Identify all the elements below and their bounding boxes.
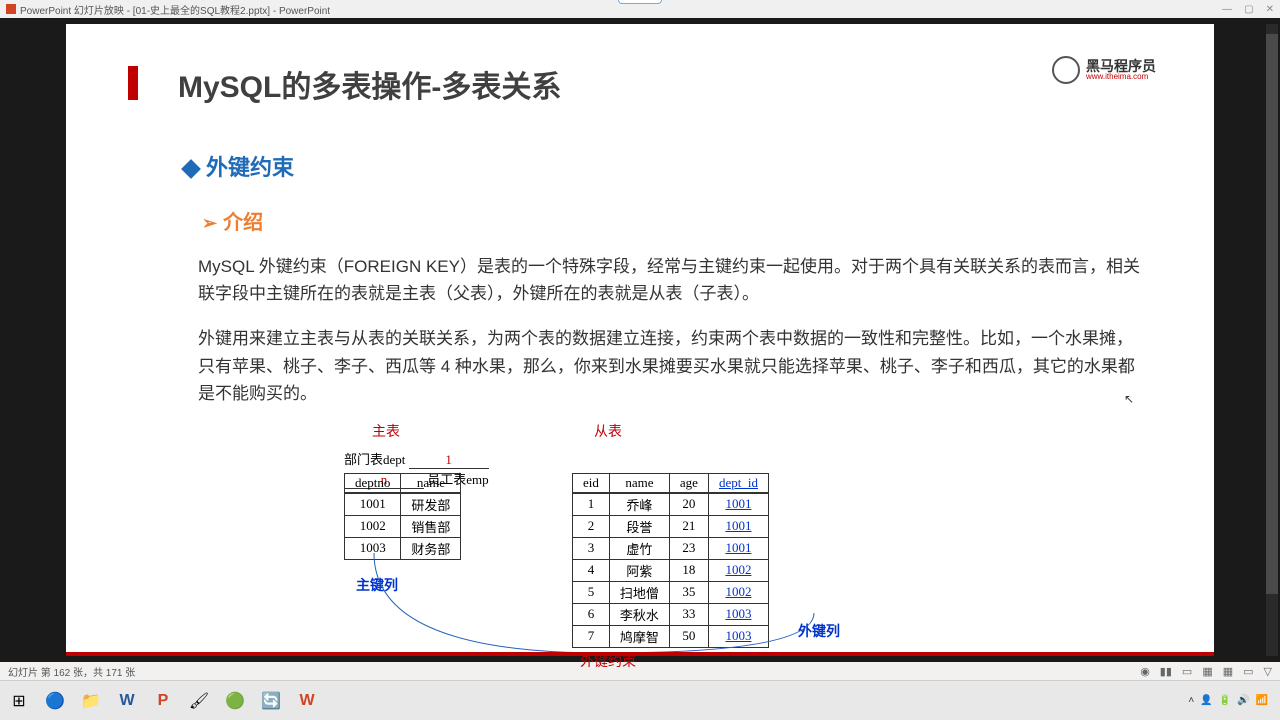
pen-icon[interactable]: ▮▮ [1160, 665, 1172, 678]
minimize-icon[interactable]: — [1222, 4, 1232, 15]
slave-table-label: 从表 [594, 421, 622, 441]
section-heading-1: 外键约束 [184, 150, 1156, 182]
slide-footer-line [66, 652, 1214, 656]
powerpoint-icon [6, 4, 16, 14]
close-icon[interactable]: ✕ [1266, 4, 1274, 15]
dept-table: deptnoname 1001研发部 1002销售部 1003财务部 [344, 473, 461, 560]
window-title: PowerPoint 幻灯片放映 - [01-史上最全的SQL教程2.pptx]… [20, 2, 330, 17]
paragraph-1: MySQL 外键约束（FOREIGN KEY）是表的一个特殊字段，经常与主键约束… [198, 253, 1148, 307]
cursor-icon: ↖ [1124, 392, 1134, 406]
top-handle[interactable] [618, 0, 662, 4]
title-accent [128, 66, 138, 100]
status-bar: 幻灯片 第 162 张，共 171 张 ◉ ▮▮ ▭ ▦ ▦ ▭ ▽ [0, 662, 1280, 680]
presentation-area[interactable]: MySQL的多表操作-多表关系 黑马程序员 www.itheima.com 外键… [0, 18, 1280, 662]
word-icon[interactable]: W [112, 686, 142, 716]
system-tray[interactable]: ˄ 👤 🔋 🔊 📶 [1188, 695, 1276, 706]
wps-icon[interactable]: W [292, 686, 322, 716]
table-row: 7鸠摩智501003 [573, 625, 769, 647]
fk-column-label: 外键列 [798, 621, 840, 641]
logo-text-cn: 黑马程序员 [1086, 59, 1156, 73]
logo-icon [1052, 56, 1080, 84]
scrollbar-thumb[interactable] [1266, 34, 1278, 594]
title-bar: PowerPoint 幻灯片放映 - [01-史上最全的SQL教程2.pptx]… [0, 0, 1280, 18]
tray-network-icon[interactable]: 📶 [1256, 695, 1268, 706]
app-icon-3[interactable]: 🔄 [256, 686, 286, 716]
view-sorter-icon[interactable]: ▦ [1223, 665, 1233, 678]
table-row: 3虚竹231001 [573, 537, 769, 559]
app-icon-2[interactable]: 🟢 [220, 686, 250, 716]
pk-column-label: 主键列 [356, 575, 398, 595]
dept-table-name: 部门表dept [344, 452, 405, 467]
chrome-icon[interactable]: 🔵 [40, 686, 70, 716]
window-controls: — ▢ ✕ [1222, 4, 1274, 15]
powerpoint-task-icon[interactable]: P [148, 686, 178, 716]
maximize-icon[interactable]: ▢ [1244, 4, 1253, 15]
notes-icon[interactable]: ◉ [1140, 665, 1150, 678]
tray-battery-icon[interactable]: 🔋 [1219, 695, 1231, 706]
section-heading-2: ➢介绍 [202, 206, 1156, 235]
table-row: 2段誉211001 [573, 515, 769, 537]
file-explorer-icon[interactable]: 📁 [76, 686, 106, 716]
slide-counter: 幻灯片 第 162 张，共 171 张 [8, 664, 135, 679]
tray-people-icon[interactable]: 👤 [1200, 695, 1212, 706]
vertical-scrollbar[interactable] [1266, 24, 1278, 656]
app-icon-1[interactable]: 🖌 [184, 686, 214, 716]
taskbar[interactable]: ⊞ 🔵 📁 W P 🖌 🟢 🔄 W ˄ 👤 🔋 🔊 📶 [0, 680, 1280, 720]
table-row: 1乔峰201001 [573, 493, 769, 516]
table-row: 1001研发部 [345, 493, 461, 516]
logo-url: www.itheima.com [1086, 73, 1156, 81]
table-row: 1003财务部 [345, 537, 461, 559]
subtitle-icon[interactable]: ▭ [1182, 665, 1192, 678]
slide: MySQL的多表操作-多表关系 黑马程序员 www.itheima.com 外键… [66, 24, 1214, 656]
table-row: 4阿紫181002 [573, 559, 769, 581]
paragraph-2: 外键用来建立主表与从表的关联关系，为两个表的数据建立连接，约束两个表中数据的一致… [198, 325, 1148, 407]
emp-table: eidnameagedept_id 1乔峰201001 2段誉211001 3虚… [572, 473, 769, 648]
cardinality-one: 1 [409, 452, 489, 469]
tray-volume-icon[interactable]: 🔊 [1237, 695, 1249, 706]
view-slideshow-icon[interactable]: ▽ [1264, 665, 1272, 678]
brand-logo: 黑马程序员 www.itheima.com [1052, 56, 1156, 84]
table-row: 6李秋水331003 [573, 603, 769, 625]
table-row: 5扫地僧351002 [573, 581, 769, 603]
master-table-label: 主表 [372, 421, 400, 441]
start-button[interactable]: ⊞ [4, 686, 34, 716]
diamond-icon [181, 159, 201, 179]
arrow-right-icon: ➢ [202, 213, 217, 234]
table-row: 1002销售部 [345, 515, 461, 537]
slide-title: MySQL的多表操作-多表关系 [178, 62, 1156, 106]
view-normal-icon[interactable]: ▦ [1202, 665, 1212, 678]
tray-up-icon[interactable]: ˄ [1188, 695, 1194, 706]
view-reading-icon[interactable]: ▭ [1243, 665, 1253, 678]
